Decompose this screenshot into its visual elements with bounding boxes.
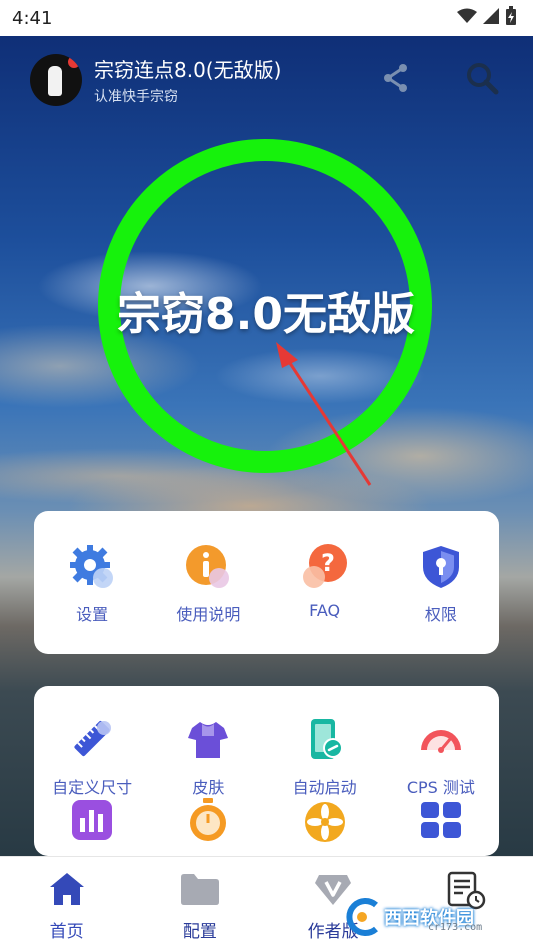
- ring-title[interactable]: 宗窃8.0无敌版: [60, 278, 472, 342]
- wifi-icon: [457, 8, 477, 28]
- faq-button[interactable]: ? FAQ: [267, 511, 383, 654]
- stopwatch-icon: [184, 796, 232, 844]
- nav-home-label: 首页: [49, 922, 84, 942]
- search-icon: [465, 61, 499, 99]
- instructions-button[interactable]: 使用说明: [150, 511, 266, 654]
- status-time: 4:41: [12, 7, 53, 29]
- statistics-button[interactable]: [34, 794, 150, 856]
- auto-start-button[interactable]: 自动启动: [267, 686, 383, 797]
- watermark-logo-icon: [346, 898, 378, 936]
- faq-label: FAQ: [309, 601, 341, 620]
- fan-button[interactable]: [267, 794, 383, 856]
- question-icon: ?: [301, 543, 349, 591]
- avatar-figure: [48, 66, 62, 96]
- bar-chart-icon: [68, 796, 116, 844]
- tools-card: 自定义尺寸 皮肤 自动启动 CPS 测试: [34, 686, 499, 856]
- permissions-button[interactable]: 权限: [383, 511, 499, 654]
- custom-size-button[interactable]: 自定义尺寸: [34, 686, 150, 797]
- notification-dot: [66, 54, 82, 70]
- app-title: 宗窃连点8.0(无敌版): [94, 58, 282, 82]
- folder-icon: [179, 871, 221, 911]
- apps-grid-button[interactable]: [383, 794, 499, 856]
- nav-home[interactable]: 首页: [0, 857, 133, 948]
- settings-button[interactable]: 设置: [34, 511, 150, 654]
- avatar[interactable]: [30, 54, 82, 106]
- share-icon: [379, 61, 413, 99]
- shield-lock-icon: [417, 543, 465, 591]
- pointer-arrow: [276, 342, 372, 486]
- battery-icon: [505, 6, 517, 30]
- instructions-label: 使用说明: [176, 605, 241, 624]
- shirt-icon: [184, 716, 232, 764]
- home-icon: [48, 871, 86, 911]
- phone-link-icon: [301, 716, 349, 764]
- permissions-label: 权限: [424, 605, 457, 624]
- watermark-url: cr173.com: [428, 922, 483, 933]
- watermark: 西西软件园 cr173.com: [340, 892, 520, 942]
- status-icons: [457, 6, 517, 30]
- status-bar: 4:41: [0, 0, 533, 36]
- skin-button[interactable]: 皮肤: [150, 686, 266, 797]
- app-subtitle: 认准快手宗窃: [94, 89, 178, 105]
- ruler-icon: [68, 716, 116, 764]
- cps-test-button[interactable]: CPS 测试: [383, 686, 499, 797]
- nav-config[interactable]: 配置: [133, 857, 266, 948]
- grid-icon: [417, 796, 465, 844]
- app-header: 宗窃连点8.0(无敌版) 认准快手宗窃: [30, 52, 510, 108]
- settings-label: 设置: [76, 605, 109, 624]
- speedometer-icon: [417, 716, 465, 764]
- info-icon: [184, 543, 232, 591]
- gear-icon: [68, 543, 116, 591]
- search-button[interactable]: [462, 60, 502, 100]
- fan-icon: [301, 796, 349, 844]
- share-button[interactable]: [376, 60, 416, 100]
- timer-button[interactable]: [150, 794, 266, 856]
- nav-config-label: 配置: [182, 922, 217, 942]
- quick-actions-card: 设置 使用说明 ? FAQ 权限: [34, 511, 499, 654]
- signal-icon: [483, 8, 499, 28]
